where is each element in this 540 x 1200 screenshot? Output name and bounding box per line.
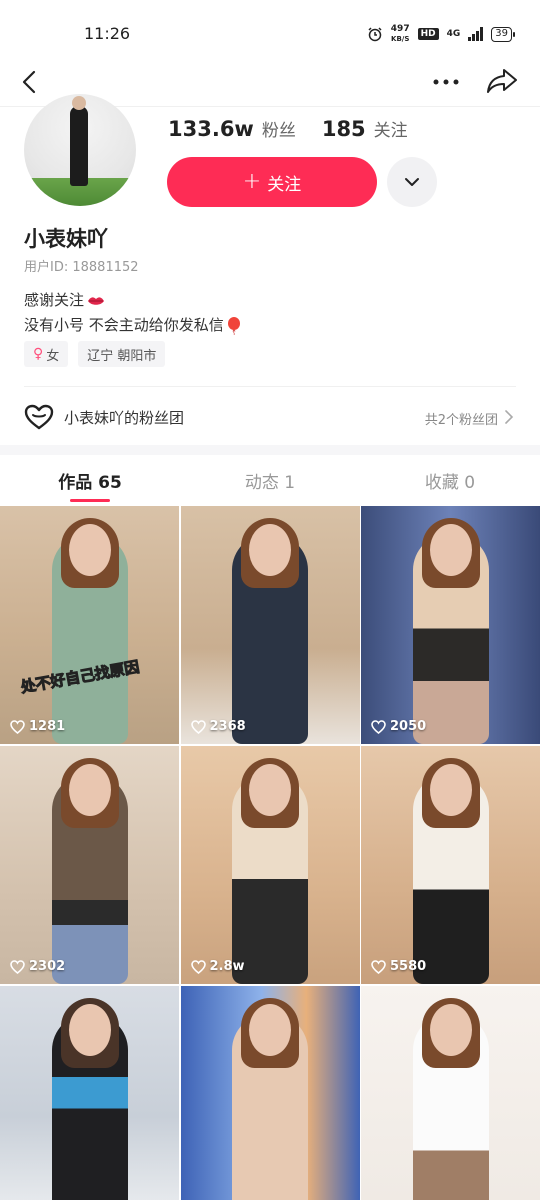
profile-tabs: 作品 65 动态 1 收藏 0 xyxy=(0,455,540,505)
like-count: 2.8w xyxy=(190,959,245,974)
divider xyxy=(24,386,516,387)
video-thumbnail[interactable]: 2050 xyxy=(361,506,540,744)
heart-icon xyxy=(190,719,206,734)
video-thumbnail[interactable]: 2.8w xyxy=(180,746,360,984)
follow-button-label: 关注 xyxy=(267,174,302,195)
hd-badge: HD xyxy=(417,28,439,40)
following-count[interactable]: 185 xyxy=(322,117,366,141)
nickname: 小表妹吖 xyxy=(24,227,108,251)
like-count: 2302 xyxy=(10,959,65,974)
back-arrow-icon[interactable] xyxy=(18,66,42,98)
lips-emoji-icon xyxy=(88,296,105,305)
like-count: 1281 xyxy=(10,719,65,734)
video-thumbnail[interactable]: 2302 xyxy=(0,746,179,984)
video-thumbnail[interactable] xyxy=(361,986,540,1200)
recommend-dropdown-button[interactable] xyxy=(387,157,437,207)
alarm-icon xyxy=(368,27,382,42)
video-thumbnail[interactable] xyxy=(180,986,360,1200)
balloon-emoji-icon xyxy=(227,316,240,335)
heart-icon xyxy=(10,719,25,734)
profile-tags: ♀ 女 辽宁 朝阳市 xyxy=(24,341,166,367)
fan-club-row[interactable]: 小表妹吖的粉丝团 共2个粉丝团 xyxy=(0,394,540,440)
location-tag: 辽宁 朝阳市 xyxy=(78,341,166,367)
following-label[interactable]: 关注 xyxy=(374,116,408,141)
user-id: 用户ID: 18881152 xyxy=(24,260,139,275)
tab-works[interactable]: 作品 65 xyxy=(0,455,180,505)
net-speed: 497 KB/S xyxy=(390,24,410,43)
video-thumbnail[interactable]: 2368 xyxy=(180,506,360,744)
chevron-down-icon xyxy=(405,178,419,186)
heart-icon xyxy=(371,959,386,974)
bio: 感谢关注 没有小号 不会主动给你发私信 xyxy=(24,288,241,338)
like-count: 2050 xyxy=(371,719,426,734)
section-divider xyxy=(0,445,540,455)
network-type: 4G xyxy=(446,29,461,39)
status-bar: 11:26 497 KB/S HD 4G 39 xyxy=(0,0,540,60)
fan-club-title: 小表妹吖的粉丝团 xyxy=(64,409,185,427)
like-count: 2368 xyxy=(190,719,246,734)
female-icon: ♀ xyxy=(33,346,44,362)
fan-club-heart-icon xyxy=(24,404,54,430)
heart-icon xyxy=(371,719,386,734)
bio-line-1: 感谢关注 xyxy=(24,291,85,309)
gender-tag: ♀ 女 xyxy=(24,341,69,367)
heart-icon xyxy=(190,959,206,974)
video-grid: 处不好自己找原因 1281 2368 2050 2302 2.8w 5580 xyxy=(0,506,540,1200)
share-icon[interactable] xyxy=(484,64,520,98)
tab-posts[interactable]: 动态 1 xyxy=(180,455,360,505)
video-thumbnail[interactable] xyxy=(0,986,179,1200)
bio-line-2: 没有小号 不会主动给你发私信 xyxy=(24,316,224,334)
battery-icon: 39 xyxy=(491,26,515,42)
status-time: 11:26 xyxy=(84,24,131,43)
tab-favorites[interactable]: 收藏 0 xyxy=(360,455,540,505)
video-thumbnail[interactable]: 处不好自己找原因 1281 xyxy=(0,506,179,744)
video-thumbnail[interactable]: 5580 xyxy=(361,746,540,984)
plus-icon: + xyxy=(242,169,262,194)
avatar[interactable] xyxy=(24,94,136,206)
heart-icon xyxy=(10,959,25,974)
status-icons: 497 KB/S HD 4G 39 xyxy=(367,24,515,44)
like-count: 5580 xyxy=(371,959,426,974)
signal-icon xyxy=(468,27,484,41)
more-icon[interactable] xyxy=(430,68,462,96)
profile-stats: 133.6w 粉丝 185 关注 xyxy=(168,116,426,141)
followers-label[interactable]: 粉丝 xyxy=(262,116,296,141)
follow-button[interactable]: + 关注 xyxy=(167,157,377,207)
chevron-right-icon xyxy=(505,410,514,424)
fan-club-count: 共2个粉丝团 xyxy=(424,413,498,428)
followers-count[interactable]: 133.6w xyxy=(168,117,254,141)
